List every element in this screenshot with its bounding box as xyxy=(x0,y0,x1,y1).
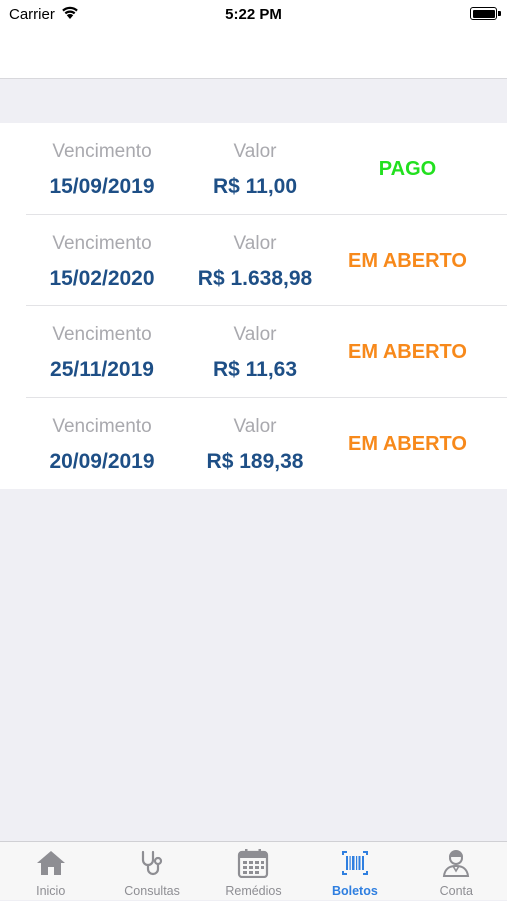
status-badge: EM ABERTO xyxy=(348,341,467,363)
tab-inicio[interactable]: Inicio xyxy=(0,842,101,901)
vencimento-value: 20/09/2019 xyxy=(49,449,155,473)
status-badge: EM ABERTO xyxy=(348,432,467,455)
valor-value: R$ 11,00 xyxy=(212,175,298,198)
vencimento-value: 25/11/2019 xyxy=(50,358,154,381)
tab-label: Remédios xyxy=(225,884,282,898)
barcode-icon xyxy=(341,851,368,875)
tab-label: Inicio xyxy=(36,884,66,898)
status-badge: EM ABERTO xyxy=(348,249,467,272)
boleto-row[interactable]: Vencimento Valor 20/09/2019 R$ 189,38 EM… xyxy=(0,398,507,490)
tab-remedios[interactable]: Remédios xyxy=(203,842,304,901)
tab-boletos[interactable]: Boletos xyxy=(304,842,405,901)
vencimento-label: Vencimento xyxy=(52,141,152,162)
boletos-list: Vencimento Valor 15/09/2019 R$ 11,00 PAG… xyxy=(0,123,507,489)
valor-label: Valor xyxy=(233,232,277,254)
vencimento-label: Vencimento xyxy=(52,415,152,437)
tab-label: Consultas xyxy=(124,884,180,898)
vencimento-value: 15/09/2019 xyxy=(49,175,155,198)
boleto-row[interactable]: Vencimento Valor 15/02/2020 R$ 1.638,98 … xyxy=(0,215,507,306)
tab-label: Boletos xyxy=(331,884,378,898)
vencimento-label: Vencimento xyxy=(52,324,152,345)
tab-label: Conta xyxy=(439,884,473,898)
boleto-row[interactable]: Vencimento Valor 25/11/2019 R$ 11,63 EM … xyxy=(0,306,507,398)
valor-label: Valor xyxy=(233,141,277,162)
valor-value: R$ 1.638,98 xyxy=(197,266,313,290)
battery-icon xyxy=(470,7,497,20)
user-icon xyxy=(443,850,470,877)
tab-conta[interactable]: Conta xyxy=(406,842,507,901)
battery-cap xyxy=(498,11,501,16)
home-icon xyxy=(36,851,65,875)
status-bar: Carrier 5:22 PM xyxy=(0,0,507,28)
status-badge: PAGO xyxy=(378,158,437,180)
navigation-bar xyxy=(0,28,507,79)
stethoscope-icon xyxy=(141,850,163,876)
valor-value: R$ 11,63 xyxy=(212,358,298,381)
clock: 5:22 PM xyxy=(225,6,282,23)
valor-label: Valor xyxy=(233,324,277,345)
tab-bar: Inicio Consultas Remédios Boletos Conta xyxy=(0,841,507,900)
tab-consultas[interactable]: Consultas xyxy=(101,842,202,901)
boleto-row[interactable]: Vencimento Valor 15/09/2019 R$ 11,00 PAG… xyxy=(0,123,507,215)
valor-value: R$ 189,38 xyxy=(206,449,304,473)
calendar-icon xyxy=(238,849,269,878)
vencimento-label: Vencimento xyxy=(52,232,152,254)
vencimento-value: 15/02/2020 xyxy=(49,266,155,290)
valor-label: Valor xyxy=(233,415,277,437)
